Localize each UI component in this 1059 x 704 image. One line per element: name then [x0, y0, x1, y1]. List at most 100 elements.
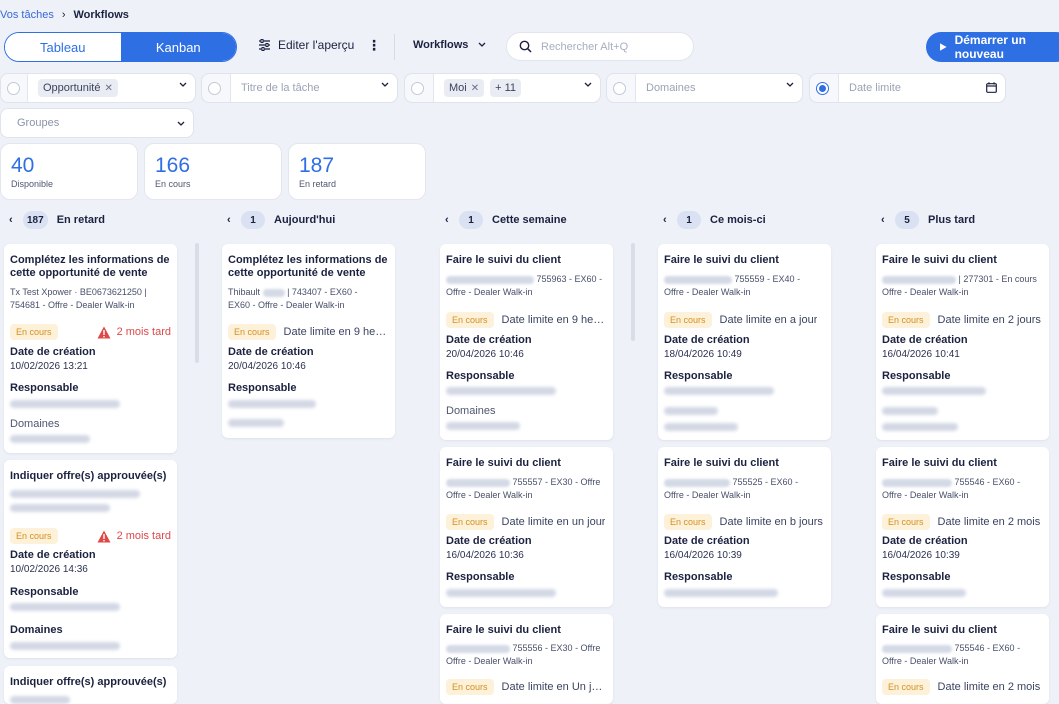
- task-card[interactable]: Complétez les informations de cette oppo…: [4, 244, 177, 453]
- task-card[interactable]: Complétez les informations de cette oppo…: [222, 244, 395, 438]
- domains-value-redacted: [664, 423, 738, 431]
- breadcrumb: Vos tâches › Workflows: [0, 8, 129, 22]
- redacted-text: [664, 275, 732, 284]
- card-status-row: En cours Date limite en 9 heures: [446, 312, 607, 328]
- domains-value-redacted: [10, 435, 90, 443]
- filter-groups-placeholder: Groupes: [17, 117, 60, 129]
- task-card[interactable]: Faire le suivi du client 755525 - EX60 -…: [658, 447, 831, 607]
- view-kanban-button[interactable]: Kanban: [120, 33, 236, 61]
- responsible-value-redacted: [664, 387, 774, 395]
- status-badge: En cours: [882, 514, 930, 530]
- card-subtitle-line: 755546 - EX60 -: [954, 477, 1021, 487]
- edit-preview-label: Editer l'aperçu: [278, 38, 355, 52]
- task-card[interactable]: Faire le suivi du client 755556 - EX30 -…: [440, 614, 613, 704]
- start-new-button[interactable]: Démarrer un nouveau: [926, 32, 1059, 62]
- workflows-select[interactable]: Workflows: [413, 39, 486, 51]
- card-subtitle-line: Offre - Dealer Walk-in: [664, 287, 751, 297]
- filter-assignee: Moi ✕ + 11: [404, 73, 601, 103]
- card-subtitle-line: | 743407 - EX60 -: [287, 287, 358, 297]
- card-title: Faire le suivi du client: [446, 457, 561, 469]
- chevron-left-icon[interactable]: ‹: [663, 214, 675, 226]
- responsible-label: Responsable: [10, 586, 79, 598]
- chevron-left-icon[interactable]: ‹: [881, 214, 893, 226]
- stat-late[interactable]: 187 En retard: [288, 143, 426, 200]
- card-subtitle-line: Offre - Dealer Walk-in: [882, 490, 969, 500]
- card-subtitle-redacted: [10, 696, 70, 704]
- card-subtitle: 755556 - EX30 - Offre Offre - Dealer Walk…: [446, 642, 609, 668]
- status-badge: En cours: [882, 312, 930, 328]
- column-header-this-month: ‹ 1 Ce mois-ci: [663, 211, 766, 229]
- created-label: Date de création: [10, 346, 96, 358]
- chevron-left-icon[interactable]: ‹: [9, 214, 21, 226]
- toolbar: Tableau Kanban Editer l'aperçu ⋮ Workflo…: [0, 30, 1059, 64]
- domains-value-redacted: [10, 642, 120, 650]
- calendar-icon[interactable]: [986, 82, 997, 93]
- column-scrollbar[interactable]: [631, 243, 635, 341]
- filter-assignee-select[interactable]: Moi ✕ + 11: [433, 74, 600, 102]
- filter-assignee-radio[interactable]: [411, 82, 424, 95]
- card-title: Faire le suivi du client: [664, 457, 779, 469]
- column-title: Ce mois-ci: [710, 214, 766, 226]
- card-status-row: En cours Date limite en 2 mois: [882, 679, 1043, 695]
- close-icon[interactable]: ✕: [471, 83, 479, 94]
- card-subtitle-line: 754681 - Offre - Dealer Walk-in: [10, 300, 135, 310]
- filter-groups[interactable]: Groupes: [0, 108, 194, 138]
- redacted-text: [882, 478, 952, 487]
- card-subtitle-line: 755525 - EX60 -: [732, 477, 799, 487]
- status-badge: En cours: [446, 514, 494, 530]
- card-subtitle-line: Offre - Dealer Walk-in: [446, 490, 533, 500]
- chevron-down-icon: [584, 82, 592, 87]
- filter-task-title-placeholder: Titre de la tâche: [241, 82, 320, 94]
- filter-deadline-radio[interactable]: [816, 82, 829, 95]
- task-card[interactable]: Indiquer offre(s) approuvée(s) En cours …: [4, 460, 177, 658]
- created-value: 16/04/2026 10:36: [446, 550, 524, 561]
- filter-deadline-input[interactable]: Date limite: [838, 74, 1005, 102]
- filter-task-title-radio[interactable]: [208, 82, 221, 95]
- card-title: Faire le suivi du client: [882, 457, 997, 469]
- created-label: Date de création: [446, 334, 532, 346]
- stat-in-progress[interactable]: 166 En cours: [144, 143, 282, 200]
- card-subtitle-redacted: [10, 490, 140, 498]
- chevron-left-icon[interactable]: ‹: [227, 214, 239, 226]
- card-title: Faire le suivi du client: [882, 254, 997, 266]
- filter-chip-label: Moi: [449, 82, 467, 94]
- task-card[interactable]: Faire le suivi du client | 277301 - En c…: [876, 244, 1049, 440]
- filter-chip-label: Opportunité: [43, 82, 101, 94]
- filter-domains-radio[interactable]: [613, 82, 626, 95]
- card-title: Indiquer offre(s) approuvée(s): [10, 470, 167, 482]
- filter-deadline-placeholder: Date limite: [849, 82, 901, 94]
- card-subtitle-line: Offre - Dealer Walk-in: [882, 287, 969, 297]
- close-icon[interactable]: ✕: [104, 83, 112, 94]
- task-card[interactable]: Faire le suivi du client 755559 - EX40 -…: [658, 244, 831, 440]
- filter-task-title-select[interactable]: Titre de la tâche: [230, 74, 397, 102]
- view-table-button[interactable]: Tableau: [5, 33, 121, 61]
- task-card[interactable]: Faire le suivi du client 755546 - EX60 -…: [876, 614, 1049, 704]
- late-text: 2 mois tard: [116, 530, 171, 542]
- filter-opportunity-radio[interactable]: [7, 82, 20, 95]
- deadline-text: Date limite en a jour: [719, 314, 818, 326]
- status-badge: En cours: [664, 514, 712, 530]
- task-card[interactable]: Faire le suivi du client 755963 - EX60 -…: [440, 244, 613, 440]
- task-card[interactable]: Indiquer offre(s) approuvée(s): [4, 666, 177, 704]
- chevron-down-icon: [381, 82, 389, 87]
- stat-available[interactable]: 40 Disponible: [0, 143, 138, 200]
- edit-preview-button[interactable]: Editer l'aperçu: [258, 38, 354, 52]
- chevron-left-icon[interactable]: ‹: [445, 214, 457, 226]
- more-vertical-icon[interactable]: ⋮: [367, 37, 381, 53]
- breadcrumb-parent-link[interactable]: Vos tâches: [0, 9, 54, 21]
- task-card[interactable]: Faire le suivi du client 755557 - EX30 -…: [440, 447, 613, 607]
- card-subtitle-line: 755963 - EX60 -: [536, 274, 603, 284]
- filter-opportunity-select[interactable]: Opportunité ✕: [27, 74, 195, 102]
- filter-domains-select[interactable]: Domaines: [635, 74, 802, 102]
- card-subtitle-line: Offre - Dealer Walk-in: [446, 287, 533, 297]
- deadline-text: Date limite en un jour: [501, 516, 606, 528]
- search-box: [506, 32, 694, 61]
- redacted-text: [446, 478, 510, 487]
- created-label: Date de création: [664, 535, 750, 547]
- search-input[interactable]: [541, 40, 681, 53]
- task-card[interactable]: Faire le suivi du client 755546 - EX60 -…: [876, 447, 1049, 607]
- deadline-text: Date limite en Un jour: [501, 681, 607, 693]
- column-scrollbar[interactable]: [195, 243, 199, 363]
- card-subtitle-line: Offre - Dealer Walk-in: [446, 656, 533, 666]
- responsible-label: Responsable: [446, 571, 515, 583]
